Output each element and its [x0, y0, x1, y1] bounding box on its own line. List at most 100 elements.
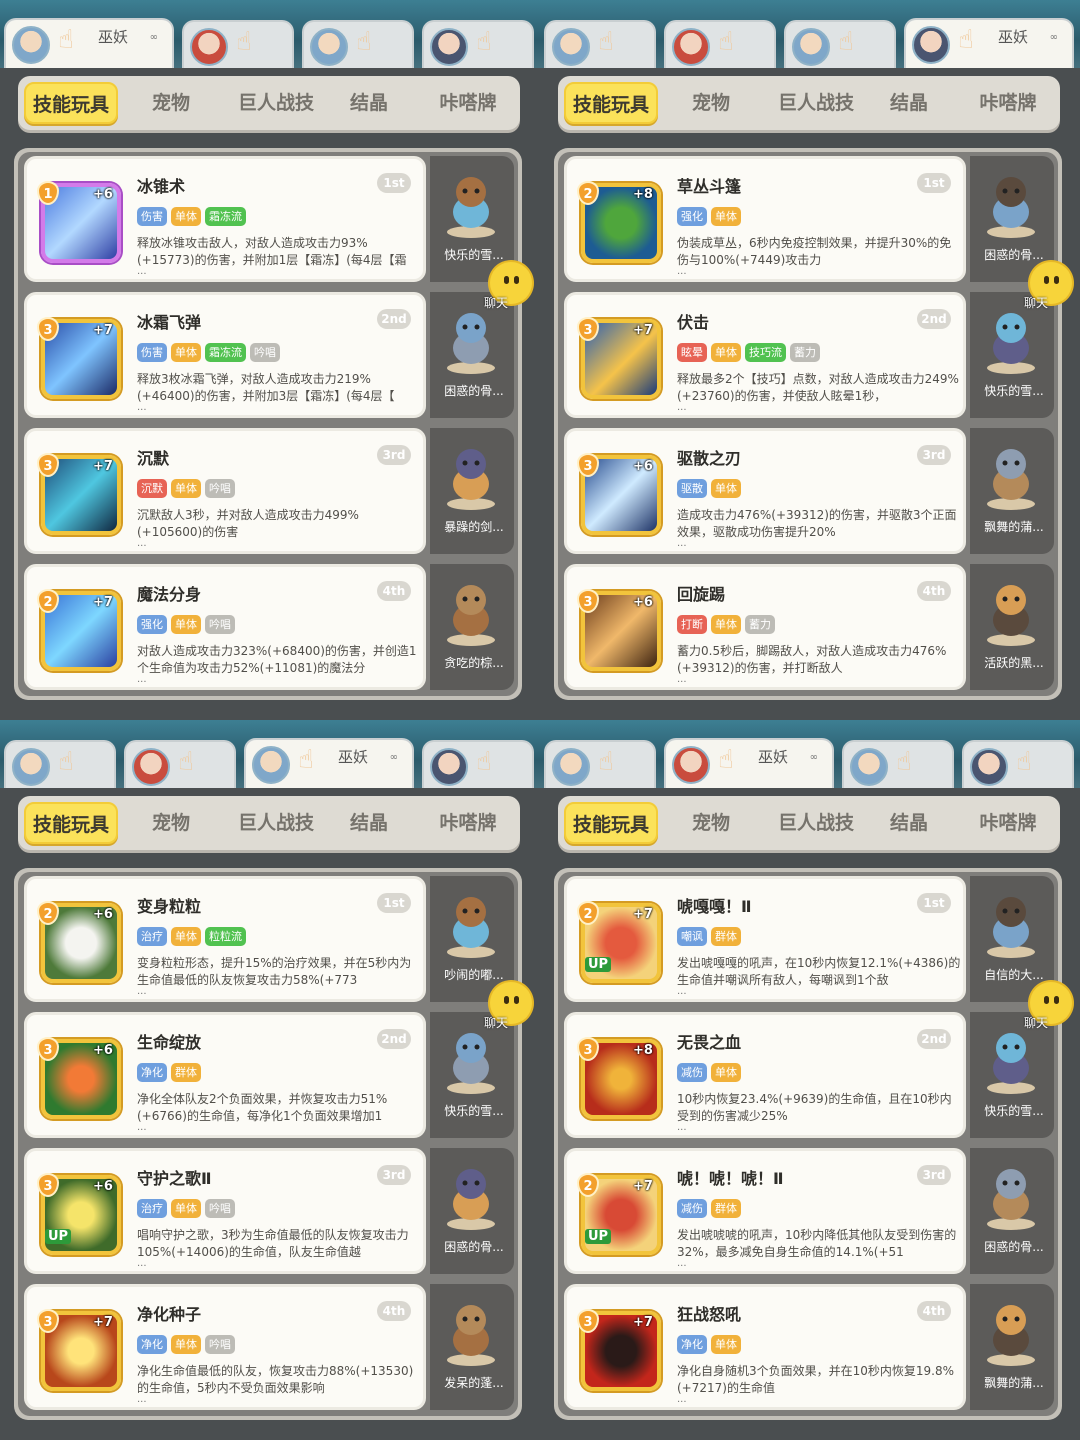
- app-panel: ☝ ☝ 巫妖 ∞ ☝ ☝ 技能玩具 宠物 巨人战技 结晶 咔嗒牌 2 +7 UP 唬嘎嘎！Ⅱ 1st 嘲讽 群体发…: [540, 720, 1080, 1440]
- skill-card[interactable]: 3 +7 净化种子 4th 净化 单体 吟唱 净化生命值最低的队友，恢复攻击力88%(+135…: [24, 1284, 426, 1410]
- tab-skill-toys[interactable]: 技能玩具: [24, 802, 118, 844]
- pet-slot[interactable]: 困惑的骨...: [430, 1148, 514, 1274]
- rank-badge: 4th: [917, 581, 951, 601]
- character-tab[interactable]: ☝: [4, 740, 116, 788]
- pet-slot[interactable]: 困惑的骨...: [970, 1148, 1054, 1274]
- character-tab[interactable]: ☝ 巫妖 ∞: [904, 18, 1074, 68]
- skill-tag: 单体: [711, 479, 741, 498]
- skill-card[interactable]: 3 +7 冰霜飞弹 2nd 伤害 单体 霜冻流 吟唱 释放3枚冰霜飞弹，对敌人造成攻击力219%…: [24, 292, 426, 418]
- character-tab[interactable]: ☝: [302, 20, 414, 68]
- skill-card[interactable]: 1 +6 冰锥术 1st 伤害 单体 霜冻流 释放冰锥攻击敌人，对敌人造成攻击力93%(+15…: [24, 156, 426, 282]
- tab-skill-toys[interactable]: 技能玩具: [564, 802, 658, 844]
- character-tab[interactable]: ☝: [422, 20, 534, 68]
- skill-description: 唱响守护之歌，3秒为生命值最低的队友恢复攻击力105%(+14006)的生命值，…: [137, 1228, 409, 1259]
- tab-click-cards[interactable]: 咔嗒牌: [960, 796, 1056, 850]
- upgrade-count: +7: [633, 1179, 653, 1194]
- tab-click-cards[interactable]: 咔嗒牌: [420, 796, 516, 850]
- character-tabs: ☝ 巫妖 ∞ ☝ ☝ ☝: [4, 18, 540, 68]
- more-indicator: ...: [677, 986, 687, 997]
- skill-tags: 嘲讽 群体: [677, 927, 741, 947]
- character-tab[interactable]: ☝: [664, 20, 776, 68]
- character-tab[interactable]: ☝ 巫妖 ∞: [664, 738, 834, 788]
- upgrade-count: +6: [633, 459, 653, 474]
- tab-crystals[interactable]: 结晶: [336, 796, 402, 850]
- pet-slot[interactable]: 贪吃的棕...: [430, 564, 514, 690]
- skill-title: 冰霜飞弹: [137, 313, 202, 332]
- tab-pets[interactable]: 宠物: [126, 76, 216, 130]
- character-tabs: ☝ ☝ 巫妖 ∞ ☝ ☝: [544, 738, 1080, 788]
- skill-card[interactable]: 2 +7 UP 唬嘎嘎！Ⅱ 1st 嘲讽 群体 发出唬嘎嘎的吼声，在10秒内恢复12.1%(+…: [564, 876, 966, 1002]
- skill-card[interactable]: 3 +7 狂战怒吼 4th 净化 单体 净化自身随机3个负面效果，并在10秒内恢复19.8%…: [564, 1284, 966, 1410]
- character-tab[interactable]: ☝: [962, 740, 1074, 788]
- tap-hand-icon: ☝: [356, 27, 372, 57]
- chat-label[interactable]: 聊天: [484, 1014, 508, 1031]
- character-avatar: [132, 748, 170, 786]
- character-tabs: ☝ ☝ ☝ ☝ 巫妖 ∞: [544, 18, 1080, 68]
- skill-card[interactable]: 2 +6 变身粒粒 1st 治疗 单体 粒粒流 变身粒粒形态，提升15%的治疗效果，并在5秒内…: [24, 876, 426, 1002]
- character-tab[interactable]: ☝: [784, 20, 896, 68]
- skill-card[interactable]: 3 +7 沉默 3rd 沉默 单体 吟唱 沉默敌人3秒，并对敌人造成攻击力499%(+1056…: [24, 428, 426, 554]
- tab-giant-skills[interactable]: 巨人战技: [763, 76, 869, 130]
- tab-giant-skills[interactable]: 巨人战技: [223, 796, 329, 850]
- pet-name: 暴躁的剑...: [444, 520, 504, 534]
- skill-card[interactable]: 3 +6 驱散之刃 3rd 驱散 单体 造成攻击力476%(+39312)的伤害，并驱散3个…: [564, 428, 966, 554]
- tab-pets[interactable]: 宠物: [666, 76, 756, 130]
- skill-title: 唬！唬！唬！Ⅱ: [677, 1169, 784, 1188]
- chat-label[interactable]: 聊天: [1024, 294, 1048, 311]
- skill-tags: 眩晕 单体 技巧流 蓄力: [677, 343, 820, 363]
- chat-label[interactable]: 聊天: [484, 294, 508, 311]
- tab-giant-skills[interactable]: 巨人战技: [763, 796, 869, 850]
- tab-skill-toys[interactable]: 技能玩具: [24, 82, 118, 124]
- rank-badge: 1st: [377, 893, 411, 913]
- character-tab[interactable]: ☝: [124, 740, 236, 788]
- pet-figure: [978, 1026, 1044, 1096]
- character-tab[interactable]: ☝: [842, 740, 954, 788]
- character-avatar: [310, 28, 348, 66]
- character-tab[interactable]: ☝ 巫妖 ∞: [244, 738, 414, 788]
- skill-description: 10秒内恢复23.4%(+9639)的生命值，且在10秒内受到的伤害减少25%: [677, 1092, 952, 1123]
- pet-slot[interactable]: 发呆的蓬...: [430, 1284, 514, 1410]
- tab-crystals[interactable]: 结晶: [876, 796, 942, 850]
- character-tab[interactable]: ☝: [422, 740, 534, 788]
- skill-card[interactable]: 2 +8 草丛斗篷 1st 强化 单体 伪装成草丛，6秒内免疫控制效果，并提升30%的免伤与…: [564, 156, 966, 282]
- skill-tag: 嘲讽: [677, 927, 707, 946]
- skill-card[interactable]: 3 +6 回旋踢 4th 打断 单体 蓄力 蓄力0.5秒后，脚踢敌人，对敌人造成攻击力476%…: [564, 564, 966, 690]
- tab-crystals[interactable]: 结晶: [336, 76, 402, 130]
- skill-card[interactable]: 2 +7 魔法分身 4th 强化 单体 吟唱 对敌人造成攻击力323%(+68400)的伤害，…: [24, 564, 426, 690]
- skill-title: 冰锥术: [137, 177, 186, 196]
- skill-card[interactable]: 3 +8 无畏之血 2nd 减伤 单体 10秒内恢复23.4%(+9639)的生命值，且在1…: [564, 1012, 966, 1138]
- pet-slot[interactable]: 飘舞的蒲...: [970, 428, 1054, 554]
- character-avatar: [12, 748, 50, 786]
- skill-tags: 净化 单体: [677, 1335, 741, 1355]
- upgrade-count: +8: [633, 1043, 653, 1058]
- pet-slot[interactable]: 活跃的黑...: [970, 564, 1054, 690]
- pet-name: 自信的大...: [984, 968, 1044, 982]
- skill-card[interactable]: 3 +7 伏击 2nd 眩晕 单体 技巧流 蓄力 释放最多2个【技巧】点数，对敌人造成攻击力24…: [564, 292, 966, 418]
- tab-crystals[interactable]: 结晶: [876, 76, 942, 130]
- tab-pets[interactable]: 宠物: [126, 796, 216, 850]
- tab-click-cards[interactable]: 咔嗒牌: [420, 76, 516, 130]
- skill-card[interactable]: 2 +7 UP 唬！唬！唬！Ⅱ 3rd 减伤 群体 发出唬唬唬的吼声，10秒内降低其他队友受到…: [564, 1148, 966, 1274]
- character-tab[interactable]: ☝: [182, 20, 294, 68]
- tab-pets[interactable]: 宠物: [666, 796, 756, 850]
- skill-card[interactable]: 3 +6 UP 守护之歌Ⅱ 3rd 治疗 单体 吟唱 唱响守护之歌，3秒为生命值最低的队友恢复攻…: [24, 1148, 426, 1274]
- pet-name: 快乐的雪...: [444, 1104, 504, 1118]
- character-tab[interactable]: ☝: [544, 20, 656, 68]
- pet-name: 困惑的骨...: [444, 384, 504, 398]
- skill-tags: 净化 群体: [137, 1063, 201, 1083]
- skill-description: 净化自身随机3个负面效果，并在10秒内恢复19.8%(+7217)的生命值: [677, 1364, 955, 1395]
- character-tab[interactable]: ☝ 巫妖 ∞: [4, 18, 174, 68]
- upgrade-count: +6: [93, 187, 113, 202]
- pet-slot[interactable]: 暴躁的剑...: [430, 428, 514, 554]
- pet-figure: [438, 890, 504, 960]
- more-indicator: ...: [137, 266, 147, 277]
- tab-giant-skills[interactable]: 巨人战技: [223, 76, 329, 130]
- skill-card[interactable]: 3 +6 生命绽放 2nd 净化 群体 净化全体队友2个负面效果，并恢复攻击力51%(+67…: [24, 1012, 426, 1138]
- character-tab[interactable]: ☝: [544, 740, 656, 788]
- upgrade-count: +7: [93, 1315, 113, 1330]
- pet-slot[interactable]: 飘舞的蒲...: [970, 1284, 1054, 1410]
- chat-label[interactable]: 聊天: [1024, 1014, 1048, 1031]
- screenshot-grid: ☝ 巫妖 ∞ ☝ ☝ ☝ 技能玩具 宠物 巨人战技 结晶 咔嗒牌 1 +6 冰锥术 1st 伤害 单体 霜冻流 释放…: [0, 0, 1080, 1440]
- tab-click-cards[interactable]: 咔嗒牌: [960, 76, 1056, 130]
- tab-skill-toys[interactable]: 技能玩具: [564, 82, 658, 124]
